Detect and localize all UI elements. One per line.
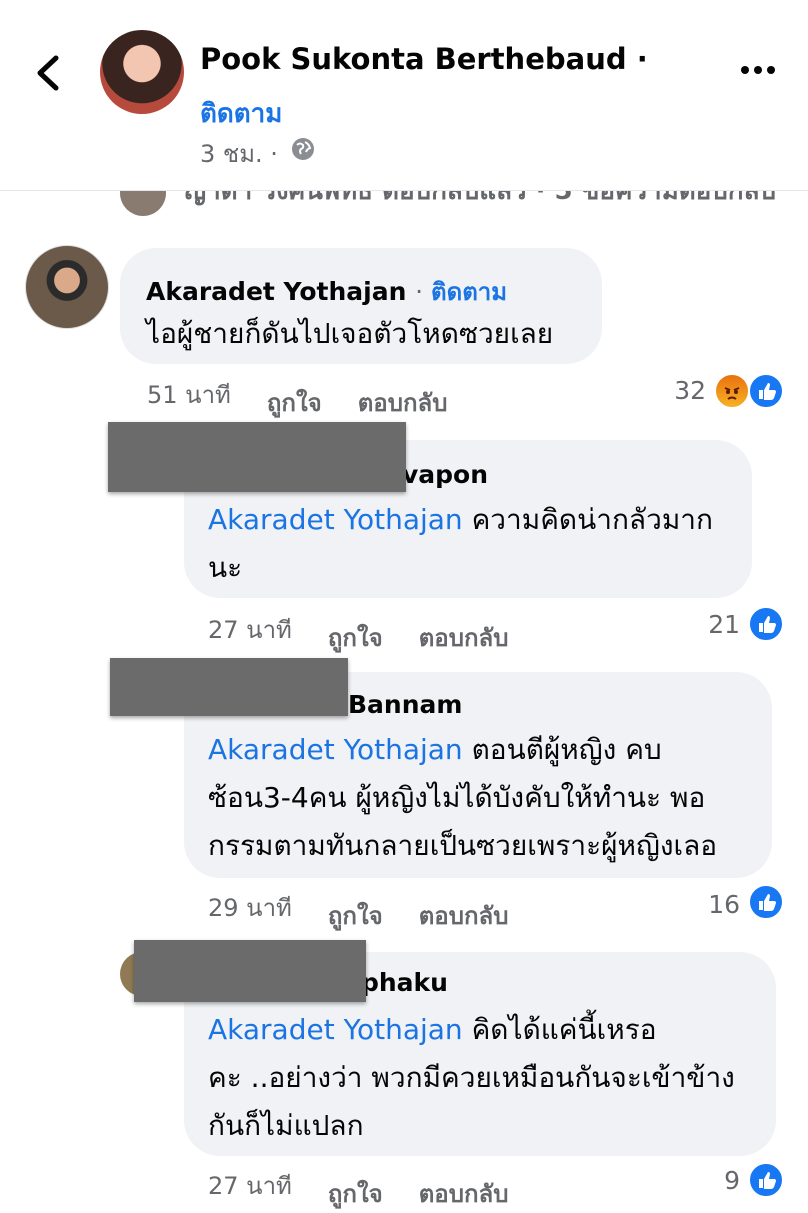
post-time: 3 ชม. ·	[200, 140, 278, 168]
comment-actions: 29 นาที ถูกใจ ตอบกลับ	[208, 888, 544, 930]
comment-text: ไอผู้ชายก็ดันไปเจอตัวโหดซวยเลย	[146, 317, 554, 350]
more-icon	[741, 66, 775, 74]
poster-avatar[interactable]	[100, 30, 184, 114]
commenter-name[interactable]: Bannam	[348, 690, 462, 719]
back-button[interactable]	[30, 48, 70, 98]
mention-link[interactable]: Akaradet Yothajan	[208, 733, 463, 766]
commenter-name[interactable]: vapon	[402, 460, 488, 489]
comment-text-line: ความคิดน่ากลัวมาก	[462, 503, 713, 536]
comment-text-line: กันก็ไม่แปลก	[208, 1109, 364, 1142]
reaction-count[interactable]: 21	[690, 610, 740, 639]
comment-text: Akaradet Yothajan ตอนตีผู้หญิง คบ ซ้อน3-…	[208, 726, 768, 870]
mention-link[interactable]: Akaradet Yothajan	[208, 503, 463, 536]
follow-link[interactable]: ติดตาม	[431, 278, 507, 306]
comment-actions: 27 นาที ถูกใจ ตอบกลับ	[208, 1166, 544, 1208]
reaction-count[interactable]: 32	[650, 376, 706, 405]
comment-text: Akaradet Yothajan ความคิดน่ากลัวมาก นะ	[208, 496, 748, 592]
redaction-box	[108, 422, 406, 492]
like-reaction-icon	[748, 606, 784, 642]
comment-time: 27 นาที	[208, 616, 292, 644]
comment-actions: 51 นาที ถูกใจ ตอบกลับ	[147, 375, 483, 417]
angry-reaction-icon	[714, 373, 750, 409]
comment-text-line: คิดได้แค่นี้เหรอ	[462, 1013, 657, 1046]
redaction-box	[110, 658, 348, 716]
comment-text-line: ตอนตีผู้หญิง คบ	[462, 733, 662, 766]
mention-link[interactable]: Akaradet Yothajan	[208, 1013, 463, 1046]
comment-text-line: คะ ..อย่างว่า พวกมีควยเหมือนกันจะเข้าข้า…	[208, 1061, 735, 1094]
like-reaction-icon	[748, 373, 784, 409]
reaction-count[interactable]: 16	[690, 890, 740, 919]
comment-bubble: Akaradet Yothajan · ติดตาม ไอผู้ชายก็ดัน…	[120, 248, 602, 364]
separator-dot: ·	[415, 277, 432, 306]
commenter-name[interactable]: Akaradet Yothajan · ติดตาม	[146, 272, 507, 311]
comment-time: 29 นาที	[208, 894, 292, 922]
like-link[interactable]: ถูกใจ	[267, 383, 322, 422]
comment-text-line: กรรมตามทันกลายเป็นซวยเพราะผู้หญิงเลอ	[208, 829, 718, 862]
like-link[interactable]: ถูกใจ	[328, 896, 383, 935]
reaction-count[interactable]: 9	[690, 1166, 740, 1195]
reply-link[interactable]: ตอบกลับ	[358, 383, 448, 422]
comment-text: Akaradet Yothajan คิดได้แค่นี้เหรอ คะ ..…	[208, 1006, 774, 1150]
reply-link[interactable]: ตอบกลับ	[419, 896, 509, 935]
back-arrow-icon	[37, 55, 59, 91]
globe-icon	[290, 136, 316, 162]
like-link[interactable]: ถูกใจ	[328, 1174, 383, 1213]
commenter-avatar[interactable]	[25, 245, 109, 329]
comment-actions: 27 นาที ถูกใจ ตอบกลับ	[208, 610, 544, 652]
follow-button[interactable]: ติดตาม	[200, 93, 282, 134]
reply-link[interactable]: ตอบกลับ	[419, 618, 509, 657]
more-options-button[interactable]	[738, 60, 778, 80]
comment-text-line: ซ้อน3-4คน ผู้หญิงไม่ได้บังคับให้ทำนะ พอ	[208, 781, 706, 814]
like-reaction-icon	[748, 1162, 784, 1198]
comment-time: 27 นาที	[208, 1172, 292, 1200]
post-header: Pook Sukonta Berthebaud · ติดตาม 3 ชม. ·	[0, 0, 808, 191]
reply-link[interactable]: ตอบกลับ	[419, 1174, 509, 1213]
redaction-box	[134, 940, 366, 1002]
like-reaction-icon	[748, 884, 784, 920]
poster-name[interactable]: Pook Sukonta Berthebaud ·	[200, 42, 648, 76]
comment-time: 51 นาที	[147, 381, 231, 409]
commenter-name-text[interactable]: Akaradet Yothajan	[146, 277, 406, 306]
comment-text-line: นะ	[208, 551, 243, 584]
like-link[interactable]: ถูกใจ	[328, 618, 383, 657]
